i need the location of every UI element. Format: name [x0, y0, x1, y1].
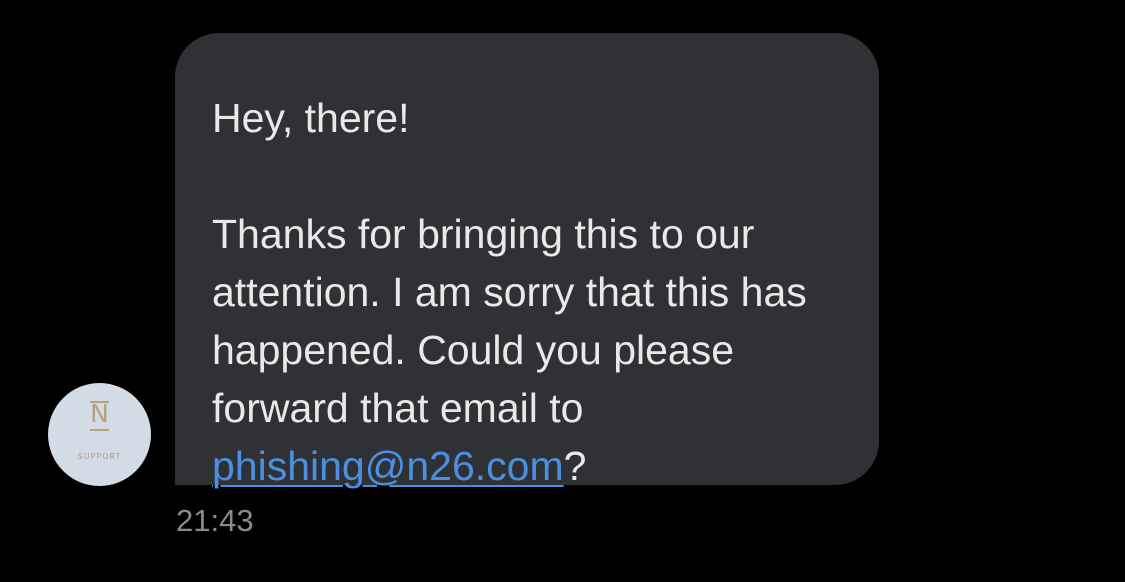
message-timestamp: 21:43	[176, 503, 254, 538]
avatar-logo-letter: N	[90, 399, 109, 428]
message-body: Thanks for bringing this to our attentio…	[212, 205, 849, 495]
sender-avatar[interactable]: N SUPPORT	[48, 383, 151, 486]
message-body-text: Thanks for bringing this to our attentio…	[212, 211, 807, 431]
avatar-caption: SUPPORT	[77, 452, 122, 461]
message-trailing-punctuation: ?	[563, 443, 587, 489]
logo-bottom-bar	[90, 429, 109, 431]
message-bubble[interactable]: Hey, there! Thanks for bringing this to …	[175, 33, 879, 489]
email-link[interactable]: phishing@n26.com	[212, 443, 564, 489]
message-greeting: Hey, there!	[212, 95, 410, 141]
